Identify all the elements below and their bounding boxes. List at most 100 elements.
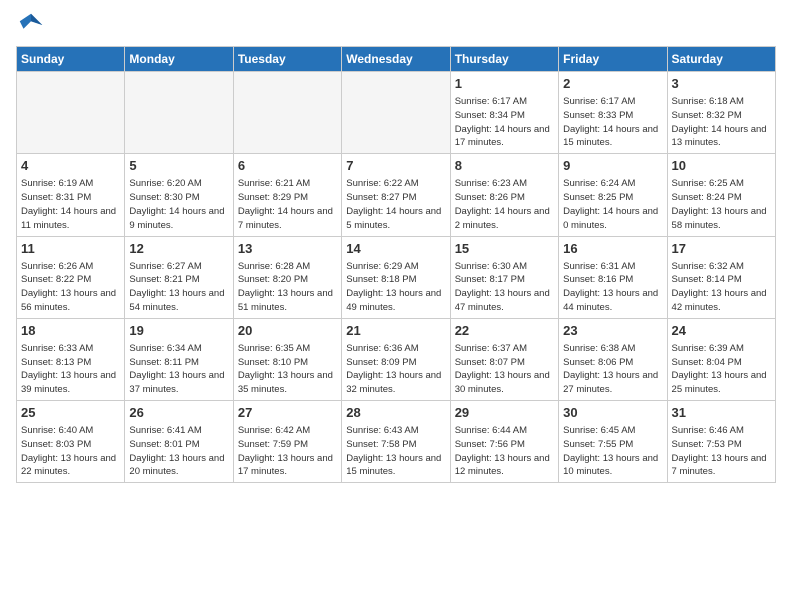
day-number: 1 bbox=[455, 75, 554, 93]
day-info: Sunrise: 6:17 AM Sunset: 8:33 PM Dayligh… bbox=[563, 95, 662, 150]
day-info: Sunrise: 6:31 AM Sunset: 8:16 PM Dayligh… bbox=[563, 260, 662, 315]
day-number: 19 bbox=[129, 322, 228, 340]
day-cell: 25 Sunrise: 6:40 AM Sunset: 8:03 PM Dayli… bbox=[17, 401, 125, 483]
day-cell: 5 Sunrise: 6:20 AM Sunset: 8:30 PM Daylig… bbox=[125, 154, 233, 236]
day-info: Sunrise: 6:27 AM Sunset: 8:21 PM Dayligh… bbox=[129, 260, 228, 315]
col-header-tuesday: Tuesday bbox=[233, 47, 341, 72]
day-info: Sunrise: 6:26 AM Sunset: 8:22 PM Dayligh… bbox=[21, 260, 120, 315]
day-info: Sunrise: 6:45 AM Sunset: 7:55 PM Dayligh… bbox=[563, 424, 662, 479]
day-cell: 19 Sunrise: 6:34 AM Sunset: 8:11 PM Dayli… bbox=[125, 318, 233, 400]
day-number: 31 bbox=[672, 404, 771, 422]
day-cell: 21 Sunrise: 6:36 AM Sunset: 8:09 PM Dayli… bbox=[342, 318, 450, 400]
col-header-monday: Monday bbox=[125, 47, 233, 72]
day-info: Sunrise: 6:20 AM Sunset: 8:30 PM Dayligh… bbox=[129, 177, 228, 232]
day-number: 13 bbox=[238, 240, 337, 258]
col-header-friday: Friday bbox=[559, 47, 667, 72]
day-number: 7 bbox=[346, 157, 445, 175]
day-info: Sunrise: 6:21 AM Sunset: 8:29 PM Dayligh… bbox=[238, 177, 337, 232]
week-row-3: 18 Sunrise: 6:33 AM Sunset: 8:13 PM Dayli… bbox=[17, 318, 776, 400]
day-number: 22 bbox=[455, 322, 554, 340]
day-info: Sunrise: 6:39 AM Sunset: 8:04 PM Dayligh… bbox=[672, 342, 771, 397]
week-row-2: 11 Sunrise: 6:26 AM Sunset: 8:22 PM Dayli… bbox=[17, 236, 776, 318]
day-info: Sunrise: 6:42 AM Sunset: 7:59 PM Dayligh… bbox=[238, 424, 337, 479]
day-number: 23 bbox=[563, 322, 662, 340]
day-info: Sunrise: 6:38 AM Sunset: 8:06 PM Dayligh… bbox=[563, 342, 662, 397]
day-cell bbox=[342, 72, 450, 154]
day-cell: 15Sunrise: 6:30 AM Sunset: 8:17 PM Dayli… bbox=[450, 236, 558, 318]
day-cell: 9Sunrise: 6:24 AM Sunset: 8:25 PM Daylig… bbox=[559, 154, 667, 236]
day-cell: 10Sunrise: 6:25 AM Sunset: 8:24 PM Dayli… bbox=[667, 154, 775, 236]
day-cell: 27 Sunrise: 6:42 AM Sunset: 7:59 PM Dayli… bbox=[233, 401, 341, 483]
day-number: 27 bbox=[238, 404, 337, 422]
day-info: Sunrise: 6:35 AM Sunset: 8:10 PM Dayligh… bbox=[238, 342, 337, 397]
day-info: Sunrise: 6:37 AM Sunset: 8:07 PM Dayligh… bbox=[455, 342, 554, 397]
day-info: Sunrise: 6:18 AM Sunset: 8:32 PM Dayligh… bbox=[672, 95, 771, 150]
day-cell: 18 Sunrise: 6:33 AM Sunset: 8:13 PM Dayli… bbox=[17, 318, 125, 400]
day-info: Sunrise: 6:46 AM Sunset: 7:53 PM Dayligh… bbox=[672, 424, 771, 479]
week-row-0: 1 Sunrise: 6:17 AM Sunset: 8:34 PM Daylig… bbox=[17, 72, 776, 154]
day-cell: 7 Sunrise: 6:22 AM Sunset: 8:27 PM Daylig… bbox=[342, 154, 450, 236]
day-cell bbox=[125, 72, 233, 154]
day-info: Sunrise: 6:22 AM Sunset: 8:27 PM Dayligh… bbox=[346, 177, 445, 232]
day-cell: 4 Sunrise: 6:19 AM Sunset: 8:31 PM Daylig… bbox=[17, 154, 125, 236]
day-info: Sunrise: 6:41 AM Sunset: 8:01 PM Dayligh… bbox=[129, 424, 228, 479]
day-info: Sunrise: 6:44 AM Sunset: 7:56 PM Dayligh… bbox=[455, 424, 554, 479]
day-cell: 20Sunrise: 6:35 AM Sunset: 8:10 PM Dayli… bbox=[233, 318, 341, 400]
day-number: 24 bbox=[672, 322, 771, 340]
day-info: Sunrise: 6:17 AM Sunset: 8:34 PM Dayligh… bbox=[455, 95, 554, 150]
col-header-wednesday: Wednesday bbox=[342, 47, 450, 72]
day-cell: 28Sunrise: 6:43 AM Sunset: 7:58 PM Dayli… bbox=[342, 401, 450, 483]
day-cell: 29 Sunrise: 6:44 AM Sunset: 7:56 PM Dayli… bbox=[450, 401, 558, 483]
day-info: Sunrise: 6:33 AM Sunset: 8:13 PM Dayligh… bbox=[21, 342, 120, 397]
day-cell: 12 Sunrise: 6:27 AM Sunset: 8:21 PM Dayli… bbox=[125, 236, 233, 318]
header-area bbox=[16, 10, 776, 40]
day-cell: 24 Sunrise: 6:39 AM Sunset: 8:04 PM Dayli… bbox=[667, 318, 775, 400]
day-number: 3 bbox=[672, 75, 771, 93]
day-cell: 26 Sunrise: 6:41 AM Sunset: 8:01 PM Dayli… bbox=[125, 401, 233, 483]
day-info: Sunrise: 6:43 AM Sunset: 7:58 PM Dayligh… bbox=[346, 424, 445, 479]
day-cell: 6Sunrise: 6:21 AM Sunset: 8:29 PM Daylig… bbox=[233, 154, 341, 236]
day-number: 12 bbox=[129, 240, 228, 258]
calendar-header-row: SundayMondayTuesdayWednesdayThursdayFrid… bbox=[17, 47, 776, 72]
day-number: 26 bbox=[129, 404, 228, 422]
day-cell: 11 Sunrise: 6:26 AM Sunset: 8:22 PM Dayli… bbox=[17, 236, 125, 318]
day-info: Sunrise: 6:30 AM Sunset: 8:17 PM Dayligh… bbox=[455, 260, 554, 315]
day-info: Sunrise: 6:19 AM Sunset: 8:31 PM Dayligh… bbox=[21, 177, 120, 232]
day-number: 11 bbox=[21, 240, 120, 258]
logo bbox=[16, 10, 50, 40]
day-info: Sunrise: 6:36 AM Sunset: 8:09 PM Dayligh… bbox=[346, 342, 445, 397]
day-number: 30 bbox=[563, 404, 662, 422]
day-cell: 22 Sunrise: 6:37 AM Sunset: 8:07 PM Dayli… bbox=[450, 318, 558, 400]
day-cell: 14Sunrise: 6:29 AM Sunset: 8:18 PM Dayli… bbox=[342, 236, 450, 318]
day-info: Sunrise: 6:34 AM Sunset: 8:11 PM Dayligh… bbox=[129, 342, 228, 397]
day-cell: 1 Sunrise: 6:17 AM Sunset: 8:34 PM Daylig… bbox=[450, 72, 558, 154]
day-info: Sunrise: 6:24 AM Sunset: 8:25 PM Dayligh… bbox=[563, 177, 662, 232]
day-number: 18 bbox=[21, 322, 120, 340]
day-number: 29 bbox=[455, 404, 554, 422]
day-info: Sunrise: 6:23 AM Sunset: 8:26 PM Dayligh… bbox=[455, 177, 554, 232]
col-header-saturday: Saturday bbox=[667, 47, 775, 72]
day-number: 17 bbox=[672, 240, 771, 258]
day-info: Sunrise: 6:32 AM Sunset: 8:14 PM Dayligh… bbox=[672, 260, 771, 315]
day-info: Sunrise: 6:28 AM Sunset: 8:20 PM Dayligh… bbox=[238, 260, 337, 315]
day-number: 16 bbox=[563, 240, 662, 258]
day-cell: 31 Sunrise: 6:46 AM Sunset: 7:53 PM Dayli… bbox=[667, 401, 775, 483]
day-cell: 13 Sunrise: 6:28 AM Sunset: 8:20 PM Dayli… bbox=[233, 236, 341, 318]
day-number: 10 bbox=[672, 157, 771, 175]
day-number: 25 bbox=[21, 404, 120, 422]
day-number: 14 bbox=[346, 240, 445, 258]
day-cell: 17 Sunrise: 6:32 AM Sunset: 8:14 PM Dayli… bbox=[667, 236, 775, 318]
day-number: 5 bbox=[129, 157, 228, 175]
col-header-thursday: Thursday bbox=[450, 47, 558, 72]
day-number: 4 bbox=[21, 157, 120, 175]
day-cell bbox=[233, 72, 341, 154]
day-number: 21 bbox=[346, 322, 445, 340]
day-info: Sunrise: 6:40 AM Sunset: 8:03 PM Dayligh… bbox=[21, 424, 120, 479]
day-cell: 23 Sunrise: 6:38 AM Sunset: 8:06 PM Dayli… bbox=[559, 318, 667, 400]
week-row-4: 25 Sunrise: 6:40 AM Sunset: 8:03 PM Dayli… bbox=[17, 401, 776, 483]
day-cell: 16 Sunrise: 6:31 AM Sunset: 8:16 PM Dayli… bbox=[559, 236, 667, 318]
page: SundayMondayTuesdayWednesdayThursdayFrid… bbox=[0, 0, 792, 493]
col-header-sunday: Sunday bbox=[17, 47, 125, 72]
day-cell: 3 Sunrise: 6:18 AM Sunset: 8:32 PM Daylig… bbox=[667, 72, 775, 154]
week-row-1: 4 Sunrise: 6:19 AM Sunset: 8:31 PM Daylig… bbox=[17, 154, 776, 236]
